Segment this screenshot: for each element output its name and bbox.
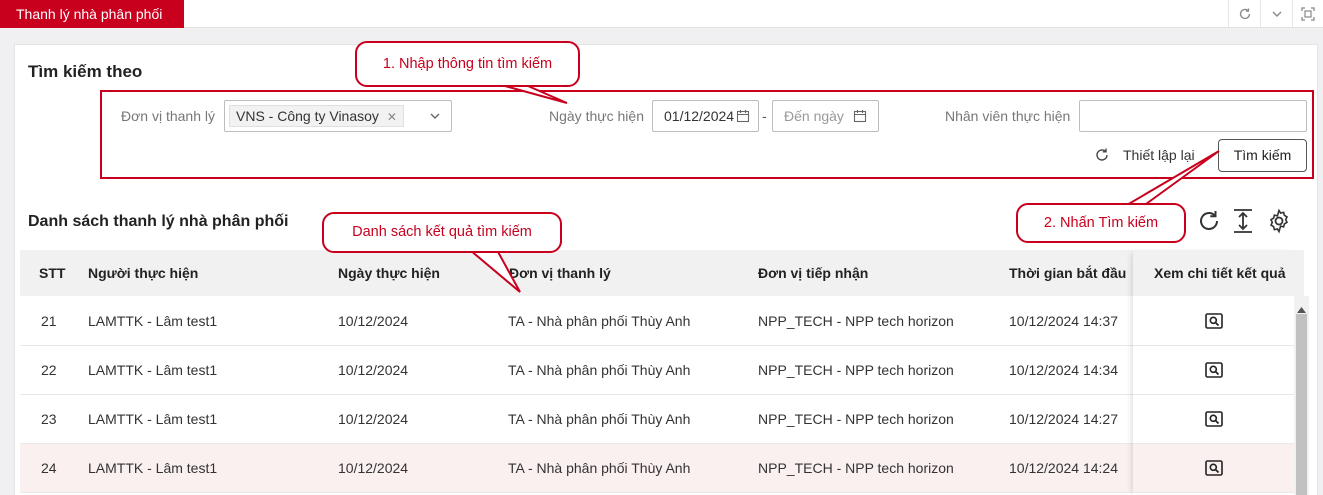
cell-unit: TA - Nhà phân phối Thùy Anh: [508, 362, 691, 378]
view-detail-icon[interactable]: [1205, 411, 1223, 432]
col-receiver[interactable]: Đơn vị tiếp nhận: [758, 250, 868, 296]
refresh-tab-icon[interactable]: [1228, 0, 1260, 28]
date-from-input[interactable]: 01/12/2024: [652, 100, 759, 132]
unit-chip: VNS - Công ty Vinasoy ✕: [229, 105, 404, 127]
date-label: Ngày thực hiện: [549, 108, 644, 124]
table-row[interactable]: 22 LAMTTK - Lâm test1 10/12/2024 TA - Nh…: [20, 346, 1294, 395]
calendar-icon[interactable]: [853, 109, 867, 126]
cell-start: 10/12/2024 14:37: [1009, 313, 1118, 329]
cell-start: 10/12/2024 14:34: [1009, 362, 1118, 378]
cell-user: LAMTTK - Lâm test1: [88, 460, 218, 476]
cell-unit: TA - Nhà phân phối Thùy Anh: [508, 411, 691, 427]
col-start-time[interactable]: Thời gian bắt đầu: [1009, 250, 1126, 296]
cell-unit: TA - Nhà phân phối Thùy Anh: [508, 313, 691, 329]
reset-button[interactable]: Thiết lập lại: [1094, 147, 1195, 163]
row-height-icon[interactable]: [1231, 208, 1255, 239]
col-user[interactable]: Người thực hiện: [88, 250, 198, 296]
cell-start: 10/12/2024 14:24: [1009, 460, 1118, 476]
cell-receiver: NPP_TECH - NPP tech horizon: [758, 411, 954, 427]
callout-step1: 1. Nhập thông tin tìm kiếm: [355, 41, 580, 87]
cell-date: 10/12/2024: [338, 313, 409, 329]
fullscreen-icon[interactable]: [1292, 0, 1323, 28]
cell-date: 10/12/2024: [338, 362, 409, 378]
top-bar: Thanh lý nhà phân phối: [0, 0, 1323, 28]
cell-user: LAMTTK - Lâm test1: [88, 313, 218, 329]
view-detail-icon[interactable]: [1205, 362, 1223, 383]
view-detail-icon[interactable]: [1205, 460, 1223, 481]
chevron-down-icon[interactable]: [1260, 0, 1292, 28]
cell-receiver: NPP_TECH - NPP tech horizon: [758, 362, 954, 378]
settings-gear-icon[interactable]: [1266, 208, 1292, 239]
list-title: Danh sách thanh lý nhà phân phối: [28, 213, 289, 230]
cell-stt: 24: [41, 460, 57, 476]
cell-unit: TA - Nhà phân phối Thùy Anh: [508, 460, 691, 476]
cell-user: LAMTTK - Lâm test1: [88, 411, 218, 427]
table-row[interactable]: 24 LAMTTK - Lâm test1 10/12/2024 TA - Nh…: [20, 444, 1294, 493]
callout-step2: 2. Nhấn Tìm kiếm: [1016, 203, 1186, 243]
table-scrollbar[interactable]: [1294, 296, 1309, 495]
cell-receiver: NPP_TECH - NPP tech horizon: [758, 460, 954, 476]
unit-chip-label: VNS - Công ty Vinasoy: [236, 108, 379, 124]
view-detail-icon[interactable]: [1205, 313, 1223, 334]
cell-stt: 22: [41, 362, 57, 378]
unit-select[interactable]: VNS - Công ty Vinasoy ✕: [224, 100, 452, 132]
date-separator: -: [762, 108, 767, 124]
employee-input[interactable]: [1079, 100, 1307, 132]
cell-start: 10/12/2024 14:27: [1009, 411, 1118, 427]
unit-label: Đơn vị thanh lý: [121, 108, 216, 124]
col-stt[interactable]: STT: [39, 250, 65, 296]
cell-stt: 23: [41, 411, 57, 427]
cell-stt: 21: [41, 313, 57, 329]
cell-user: LAMTTK - Lâm test1: [88, 362, 218, 378]
cell-date: 10/12/2024: [338, 411, 409, 427]
chevron-down-icon[interactable]: [428, 109, 442, 126]
tab-thanh-ly-npp[interactable]: Thanh lý nhà phân phối: [0, 0, 184, 28]
chip-close-icon[interactable]: ✕: [387, 110, 397, 124]
date-to-placeholder: Đến ngày: [784, 108, 844, 124]
calendar-icon[interactable]: [736, 109, 750, 126]
date-to-input[interactable]: Đến ngày: [772, 100, 879, 132]
date-from-value: 01/12/2024: [664, 108, 735, 124]
cell-date: 10/12/2024: [338, 460, 409, 476]
reset-label: Thiết lập lại: [1123, 147, 1195, 163]
cell-receiver: NPP_TECH - NPP tech horizon: [758, 313, 954, 329]
scrollbar-thumb[interactable]: [1296, 314, 1307, 495]
col-date[interactable]: Ngày thực hiện: [338, 250, 440, 296]
refresh-icon: [1094, 147, 1110, 163]
refresh-icon[interactable]: [1196, 208, 1222, 239]
table-row[interactable]: 23 LAMTTK - Lâm test1 10/12/2024 TA - Nh…: [20, 395, 1294, 444]
col-unit[interactable]: Đơn vị thanh lý: [509, 250, 611, 296]
table-header: STT Người thực hiện Ngày thực hiện Đơn v…: [20, 250, 1304, 296]
search-button[interactable]: Tìm kiếm: [1218, 139, 1307, 172]
search-section-title: Tìm kiếm theo: [28, 62, 143, 81]
callout-results: Danh sách kết quả tìm kiếm: [322, 212, 562, 253]
employee-label: Nhân viên thực hiện: [945, 108, 1071, 124]
table-row[interactable]: 21 LAMTTK - Lâm test1 10/12/2024 TA - Nh…: [20, 297, 1294, 346]
